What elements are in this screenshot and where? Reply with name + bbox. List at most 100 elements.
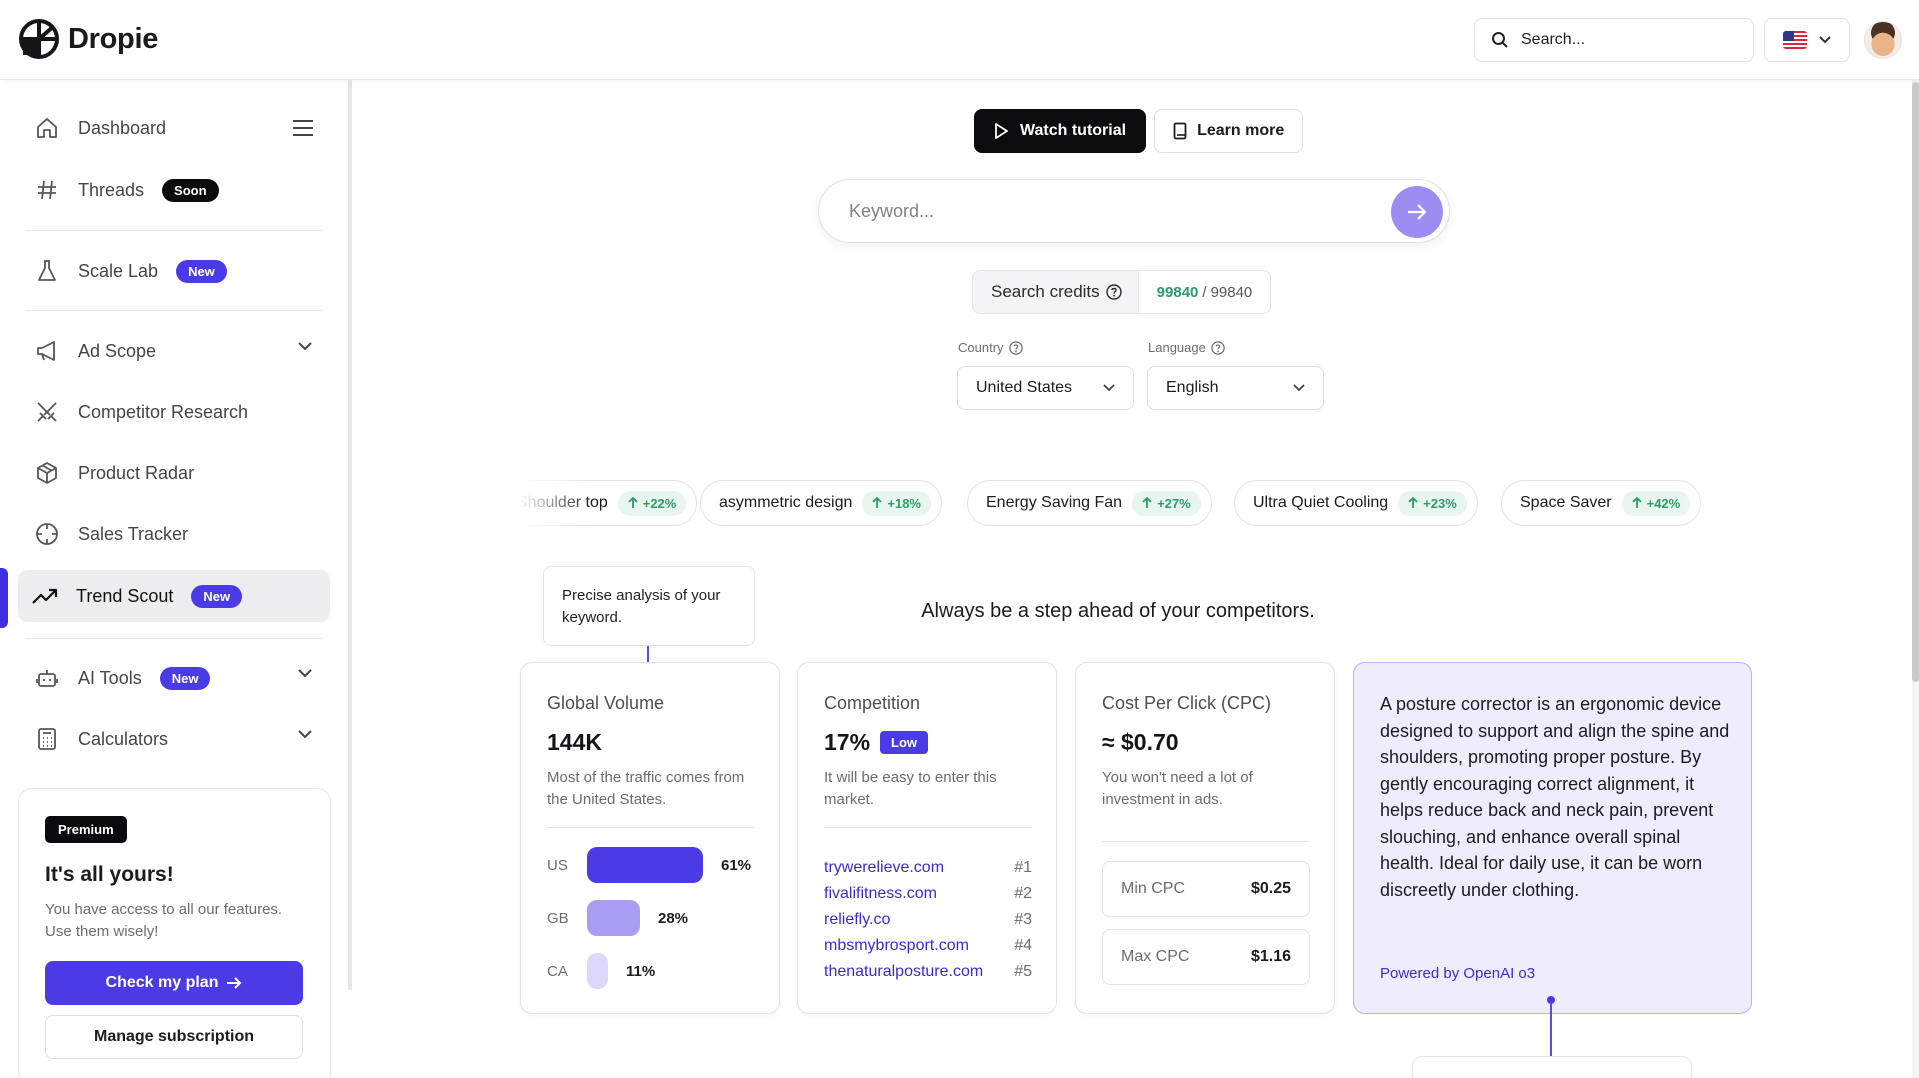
trend-chip[interactable]: Energy Saving Fan +27% <box>967 480 1212 526</box>
hash-icon <box>34 177 60 203</box>
sidebar-item-label: Threads <box>78 179 145 200</box>
soon-badge: Soon <box>162 178 219 202</box>
volume-value: 144K <box>547 729 602 755</box>
check-plan-label: Check my plan <box>105 974 219 991</box>
sidebar-item-product-radar[interactable]: Product Radar <box>20 447 330 499</box>
competitor-rank: #4 <box>1014 937 1032 954</box>
language-select-value: English <box>1166 379 1219 396</box>
trend-chip-label: asymmetric design <box>719 494 853 511</box>
language-label: Language <box>1148 340 1225 355</box>
trend-chip-label: Space Saver <box>1520 494 1612 511</box>
sidebar-item-ad-scope[interactable]: Ad Scope <box>20 325 330 377</box>
help-circle-icon[interactable] <box>1008 340 1023 355</box>
max-cpc-value: $1.16 <box>1250 948 1291 965</box>
trend-chip[interactable]: Space Saver +42% <box>1501 480 1702 526</box>
competitor-link[interactable]: mbsmybrosport.com <box>824 937 969 955</box>
trend-chip[interactable]: Ultra Quiet Cooling +23% <box>1234 480 1478 526</box>
new-badge: New <box>191 584 243 608</box>
credits-total: 99840 <box>1210 283 1253 301</box>
country-share-row: GB 28% <box>547 900 688 936</box>
competitor-rank: #1 <box>1014 859 1032 876</box>
page-scrollbar-thumb[interactable] <box>1912 82 1919 682</box>
new-badge: New <box>176 259 227 283</box>
trend-growth-value: +18% <box>887 495 921 511</box>
watch-tutorial-button[interactable]: Watch tutorial <box>974 109 1147 153</box>
country-select[interactable]: United States <box>957 366 1134 410</box>
keyword-search-box <box>818 179 1450 243</box>
competitor-row: fivalifitness.com #2 <box>824 885 1032 903</box>
competition-level-badge: Low <box>880 731 929 754</box>
sidebar-item-sales-tracker[interactable]: Sales Tracker <box>20 508 330 560</box>
country-share-row: US 61% <box>547 847 751 883</box>
sidebar-item-competitor-research[interactable]: Competitor Research <box>20 386 330 438</box>
plan-card: Premium It's all yours! You have access … <box>18 788 331 1078</box>
check-plan-button[interactable]: Check my plan <box>45 961 303 1005</box>
swords-icon <box>34 399 60 425</box>
trend-chip-label: Shoulder top <box>520 494 608 511</box>
competitor-link[interactable]: reliefly.co <box>824 911 890 929</box>
global-search[interactable]: Search... <box>1474 18 1754 62</box>
card-description: It will be easy to enter this market. <box>824 769 997 808</box>
competitor-row: thenaturalposture.com #5 <box>824 963 1032 981</box>
sidebar-item-trend-scout[interactable]: Trend Scout New <box>18 570 330 622</box>
global-volume-card: Global Volume 144K Most of the traffic c… <box>520 662 780 1014</box>
trend-chip[interactable]: Shoulder top +22% <box>520 480 698 526</box>
brand-logo[interactable]: Dropie <box>18 18 158 60</box>
help-circle-icon[interactable] <box>1211 340 1225 355</box>
arrow-up-icon <box>1142 497 1152 508</box>
competitor-row: reliefly.co #3 <box>824 911 1032 929</box>
card-value: 17% Low <box>824 729 929 756</box>
sidebar-item-dashboard[interactable]: Dashboard <box>20 102 330 154</box>
menu-icon[interactable] <box>292 119 314 137</box>
calculator-icon <box>34 726 60 752</box>
user-avatar[interactable] <box>1864 21 1902 59</box>
help-circle-icon[interactable] <box>1105 284 1122 300</box>
sidebar-item-label: Product Radar <box>78 462 195 483</box>
max-cpc-label: Max CPC <box>1121 948 1190 965</box>
sidebar-item-label: Dashboard <box>78 117 167 138</box>
trending-keywords: Shoulder top +22% asymmetric design +18%… <box>520 478 1752 528</box>
competitor-row: mbsmybrosport.com #4 <box>824 937 1032 955</box>
sidebar-item-calculators[interactable]: Calculators <box>20 713 330 765</box>
chevron-down-icon <box>1103 384 1115 392</box>
competitor-link[interactable]: fivalifitness.com <box>824 885 937 903</box>
competition-card: Competition 17% Low It will be easy to e… <box>797 662 1057 1014</box>
sidebar-item-threads[interactable]: Threads Soon <box>20 164 330 216</box>
country-label-text: Country <box>958 340 1004 355</box>
language-switcher[interactable] <box>1764 18 1850 62</box>
competitor-rank: #3 <box>1014 911 1032 928</box>
competitor-link[interactable]: thenaturalposture.com <box>824 963 983 981</box>
brand-name: Dropie <box>68 22 159 55</box>
cpc-card: Cost Per Click (CPC) ≈ $0.70 You won't n… <box>1075 662 1335 1014</box>
sidebar-item-ai-tools[interactable]: AI Tools New <box>20 652 330 704</box>
trend-growth: +23% <box>1398 490 1467 516</box>
keyword-input[interactable] <box>849 180 1369 242</box>
competition-value: 17% <box>824 729 871 755</box>
arrow-up-icon <box>872 497 883 508</box>
search-credits-text: Search credits <box>991 282 1100 301</box>
trend-chip[interactable]: asymmetric design +18% <box>700 480 942 526</box>
country-code: US <box>547 856 568 874</box>
min-cpc-label: Min CPC <box>1121 880 1186 897</box>
search-credits: Search credits 99840 / 99840 <box>972 270 1272 314</box>
country-code: CA <box>547 962 568 980</box>
competitor-row: trywerelieve.com #1 <box>824 859 1032 877</box>
arrow-up-icon <box>1408 497 1418 508</box>
learn-more-button[interactable]: Learn more <box>1154 109 1304 153</box>
trend-growth-value: +27% <box>1157 495 1191 511</box>
card-title: Global Volume <box>547 693 665 713</box>
country-share-pct: 28% <box>658 909 689 927</box>
manage-subscription-button[interactable]: Manage subscription <box>45 1015 303 1059</box>
sidebar-item-label: Trend Scout <box>76 585 174 606</box>
search-submit-button[interactable] <box>1391 186 1443 238</box>
country-share-bar <box>587 847 703 883</box>
sidebar-item-label: AI Tools <box>78 667 142 688</box>
language-select[interactable]: English <box>1147 366 1324 410</box>
sidebar-divider-line <box>25 638 323 639</box>
sidebar-item-scale-lab[interactable]: Scale Lab New <box>20 245 330 297</box>
competitor-link[interactable]: trywerelieve.com <box>824 859 944 877</box>
sidebar-item-label: Scale Lab <box>78 260 159 281</box>
plan-description: You have access to all our features. Use… <box>45 901 283 940</box>
sidebar-item-label: Sales Tracker <box>78 523 189 544</box>
search-credits-value: 99840 / 99840 <box>1139 271 1271 313</box>
